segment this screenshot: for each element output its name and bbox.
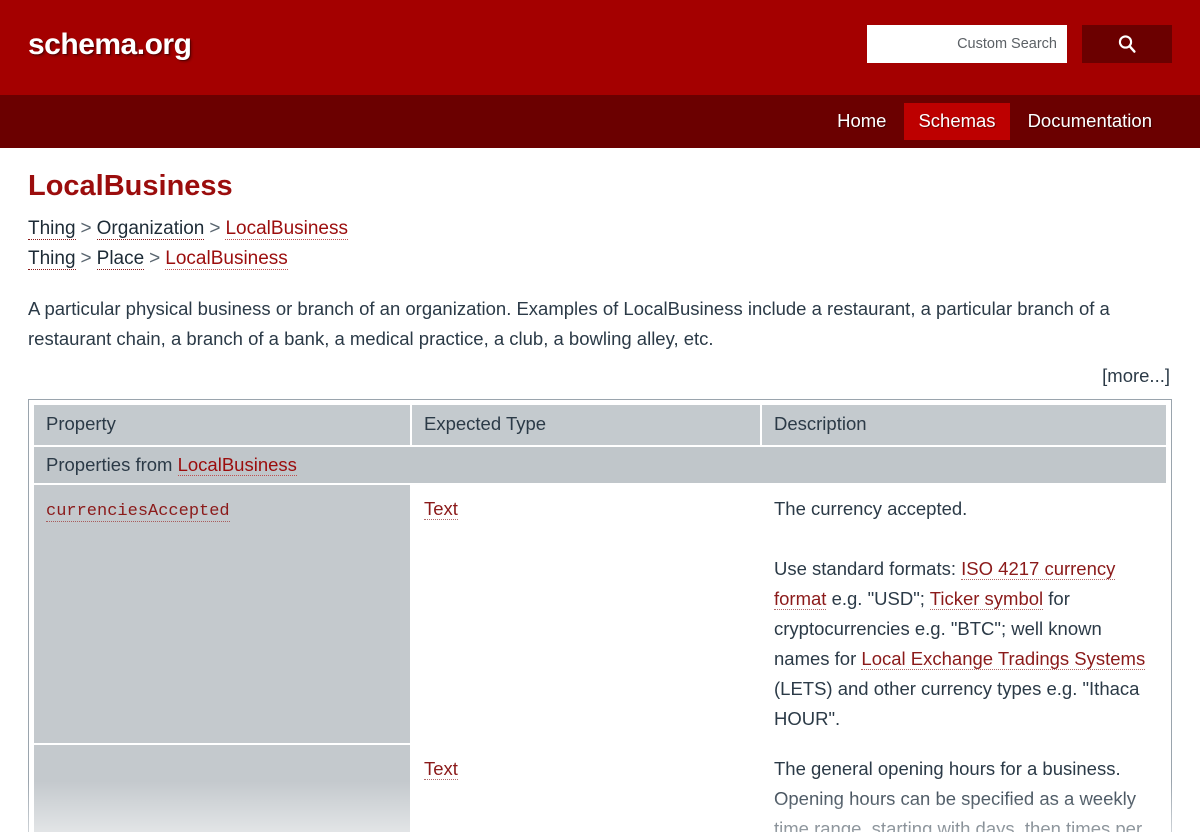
breadcrumb-item-localbusiness[interactable]: LocalBusiness: [165, 247, 288, 270]
description-link-lets[interactable]: Local Exchange Tradings Systems: [861, 647, 1146, 670]
search-icon: [1116, 33, 1138, 55]
breadcrumb-item-thing[interactable]: Thing: [28, 217, 76, 240]
description-paragraph: The general opening hours for a business…: [774, 757, 1143, 832]
table-header-row: Property Expected Type Description: [34, 404, 1166, 445]
group-row-prefix: Properties from: [46, 453, 178, 475]
group-row-cell: Properties from LocalBusiness: [34, 446, 1166, 483]
breadcrumb-item-thing[interactable]: Thing: [28, 247, 76, 270]
expected-type-cell: Text: [412, 744, 760, 832]
breadcrumb-line-1: Thing > Organization > LocalBusiness: [28, 214, 1172, 244]
description-cell: The general opening hours for a business…: [762, 744, 1166, 832]
description-paragraph: The currency accepted.: [774, 497, 968, 519]
properties-table-container: Property Expected Type Description Prope…: [28, 398, 1172, 832]
expected-type-link-text[interactable]: Text: [424, 757, 458, 780]
nav-item-home[interactable]: Home: [823, 103, 900, 139]
breadcrumb-item-place[interactable]: Place: [96, 247, 145, 270]
description-text: (LETS) and other currency types e.g. "It…: [774, 677, 1140, 729]
page-title: LocalBusiness: [28, 170, 233, 202]
search-input[interactable]: [867, 25, 1067, 63]
breadcrumb-separator: >: [80, 247, 92, 269]
breadcrumb: Thing > Organization > LocalBusiness Thing > P…: [28, 214, 1172, 274]
group-row-link[interactable]: LocalBusiness: [177, 453, 297, 476]
site-logo[interactable]: schema.org: [28, 28, 192, 62]
property-cell: currenciesAccepted: [34, 484, 410, 743]
table-row: currenciesAccepted Text The currency acc…: [34, 484, 1166, 743]
breadcrumb-line-2: Thing > Place > LocalBusiness: [28, 244, 1172, 274]
search-area: [867, 25, 1172, 63]
main-navigation: Home Schemas Documentation: [0, 95, 1200, 148]
search-button[interactable]: [1082, 25, 1172, 63]
breadcrumb-separator: >: [80, 217, 92, 239]
breadcrumb-separator: >: [149, 247, 161, 269]
site-header: schema.org: [0, 0, 1200, 95]
description-link-ticker-symbol[interactable]: Ticker symbol: [929, 587, 1044, 610]
breadcrumb-item-localbusiness[interactable]: LocalBusiness: [225, 217, 349, 240]
table-body: Properties from LocalBusiness currencies…: [34, 446, 1166, 832]
description-paragraph: Use standard formats: ISO 4217 currency …: [774, 554, 1154, 734]
breadcrumb-item-organization[interactable]: Organization: [96, 217, 205, 240]
column-header-description: Description: [762, 404, 1166, 445]
column-header-expected-type: Expected Type: [412, 404, 760, 445]
table-group-row: Properties from LocalBusiness: [34, 446, 1166, 483]
table-row: Text The general opening hours for a bus…: [34, 744, 1166, 832]
description-text: Use standard formats:: [774, 557, 962, 579]
expected-type-link-text[interactable]: Text: [424, 497, 458, 520]
property-cell: [34, 744, 410, 832]
nav-item-documentation[interactable]: Documentation: [1014, 103, 1166, 139]
nav-item-schemas[interactable]: Schemas: [904, 103, 1010, 140]
type-description: A particular physical business or branch…: [28, 297, 1110, 349]
breadcrumb-separator: >: [209, 217, 221, 239]
description-text: e.g. "USD";: [826, 587, 930, 609]
table-header: Property Expected Type Description: [34, 404, 1166, 445]
description-cell: The currency accepted. Use standard form…: [762, 484, 1166, 743]
page-content: LocalBusiness Thing > Organization > LocalBu…: [0, 169, 1200, 832]
column-header-property: Property: [34, 404, 410, 445]
more-link[interactable]: [more...]: [28, 365, 1172, 387]
property-link-currenciesaccepted[interactable]: currenciesAccepted: [46, 501, 230, 522]
properties-table: Property Expected Type Description Prope…: [32, 403, 1168, 832]
expected-type-cell: Text: [412, 484, 760, 743]
